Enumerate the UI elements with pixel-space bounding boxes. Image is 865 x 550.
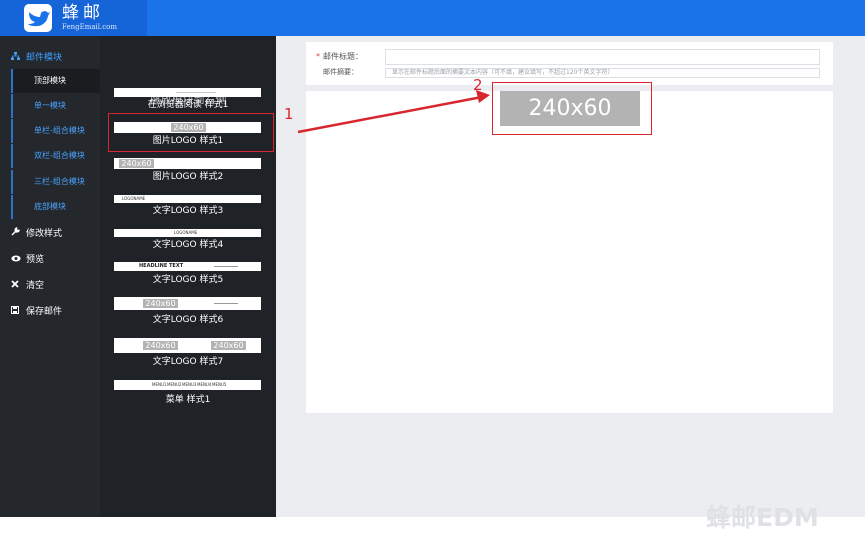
- watermark: 蜂邮EDM: [706, 503, 819, 532]
- app-window: 蜂邮 FengEmail.com 邮件模块 顶部模块 单一模块 单栏-组合模块 …: [0, 0, 865, 550]
- step-number-2: 2: [473, 76, 483, 94]
- step-number-1: 1: [284, 105, 294, 123]
- drag-arrow: [297, 90, 490, 134]
